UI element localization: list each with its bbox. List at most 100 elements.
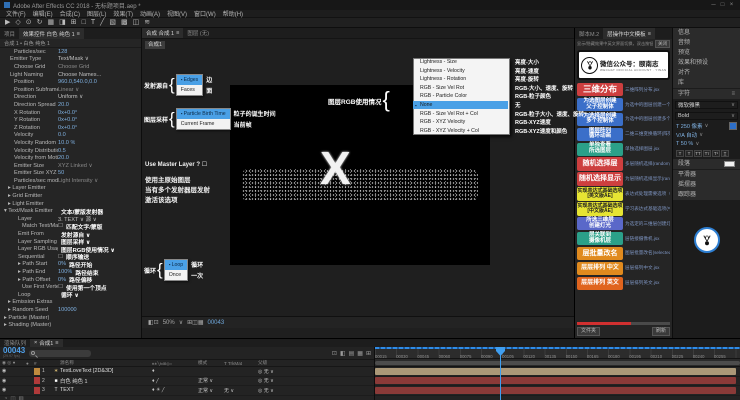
panel-menu-icon[interactable]: ≡ — [77, 31, 80, 37]
column-parent[interactable]: 父级 — [258, 360, 316, 366]
tool-icon[interactable]: ▩ — [121, 18, 128, 27]
property-value[interactable]: 0.5 — [58, 148, 66, 154]
tool-icon[interactable]: ≋ — [144, 18, 150, 27]
menu-item[interactable]: 动画(A) — [140, 9, 160, 18]
tab-effect-controls[interactable]: 效果控件 白色 纯色 1 ≡ — [19, 28, 84, 39]
option-item[interactable]: Current Frame — [177, 119, 230, 129]
collapsed-panel-tab[interactable]: 库 — [673, 78, 740, 88]
style-toggle[interactable]: T̲ — [721, 150, 729, 157]
tab-script-2[interactable]: 层操作中文模板 ≡ — [603, 28, 655, 39]
tab-layer-viewer[interactable]: 图层 (无) — [183, 28, 213, 38]
layer-mode-select[interactable]: 正常 ∨ — [198, 387, 224, 394]
property-value[interactable]: 100000 — [58, 307, 77, 313]
timeline-layer-row[interactable]: ◉ 3 T TEXT ♦ ☀ ╱ 正常 ∨ 无 ∨ ◎ 无 ∨ — [0, 386, 374, 396]
collapsed-panel-tab[interactable]: 跟踪器 — [673, 190, 740, 200]
layer-switches[interactable]: ♦ ╱ — [152, 378, 198, 384]
panel-menu-icon[interactable]: ≡ — [176, 30, 179, 36]
effect-property-row[interactable]: Direction Uniform ∨ — [0, 94, 141, 102]
layer-track[interactable] — [375, 377, 740, 387]
menu-item[interactable]: 帮助(H) — [223, 9, 243, 18]
tab-timeline-comp[interactable]: × 合成1 ≡ — [30, 339, 63, 347]
collapsed-panel-tab[interactable]: 音频 — [673, 38, 740, 48]
layer-visibility-toggles[interactable]: ◉ — [0, 368, 26, 374]
tool-icon[interactable]: ⊞ — [71, 18, 77, 27]
tool-icon[interactable]: ▶ — [5, 18, 10, 27]
layer-parent-select[interactable]: ◎ 无 ∨ — [258, 377, 316, 384]
tool-icon[interactable]: ▦ — [48, 18, 55, 27]
effect-property-row[interactable]: Loop 循环 ∨ — [0, 291, 141, 299]
close-button[interactable]: × — [727, 2, 736, 8]
tab-project[interactable]: 项目 — [0, 28, 19, 39]
layer-mode-select[interactable]: 正常 ∨ — [198, 377, 224, 384]
effect-property-row[interactable]: Velocity Random 10.0 % — [0, 139, 141, 147]
column-trkmat[interactable]: T TrkMat — [224, 361, 258, 366]
folder-button[interactable]: 文件夹 — [577, 327, 600, 336]
font-size-control[interactable]: T 250 像素∨ — [673, 122, 740, 130]
collapsed-panel-tab[interactable]: 效果和预设 — [673, 58, 740, 68]
tool-icon[interactable]: ◇ — [15, 18, 20, 27]
effect-property-row[interactable]: Z Rotation 0x+0.0° — [0, 124, 141, 132]
layer-label-chip[interactable] — [34, 387, 40, 394]
layer-name[interactable]: TextLoveText [2D&3D] — [60, 368, 152, 374]
menu-option-row[interactable]: Lightness - Velocity 亮度-速度 — [413, 67, 571, 76]
timeline-toolbar-icon[interactable]: ⊞ — [366, 350, 371, 357]
script-button[interactable]: 实现表达式基础选项 [中文版AE] — [577, 202, 623, 215]
effect-property-row[interactable]: ▸ Particle (Master) — [0, 314, 141, 322]
property-value[interactable]: ☐ — [58, 284, 63, 290]
character-panel-header[interactable]: 字符 ≡ — [673, 89, 740, 99]
tab-script-1[interactable]: 脚本M.2 — [575, 28, 603, 39]
property-value[interactable]: 100% — [58, 269, 72, 275]
property-value[interactable]: 0% — [58, 261, 66, 267]
composition-chip[interactable]: 合成1 — [145, 41, 165, 49]
style-toggle[interactable]: T — [676, 150, 684, 157]
property-value[interactable]: Uniform ∨ — [58, 94, 83, 100]
font-style-select[interactable]: Bold ∨ — [675, 112, 738, 120]
collapsed-panel-tab[interactable]: 信息 — [673, 28, 740, 38]
effect-property-row[interactable]: Emitter Size XYZ 50 — [0, 170, 141, 178]
leading-control[interactable]: V/A 自动∨ — [673, 131, 740, 139]
column-mode[interactable]: 模式 — [198, 360, 224, 366]
tool-icon[interactable]: ▧ — [109, 18, 116, 27]
option-item[interactable]: Once — [165, 270, 187, 280]
menu-item[interactable]: 编辑(E) — [33, 9, 53, 18]
property-value[interactable]: 0x+0.0° — [58, 110, 77, 116]
timeline-layer-row[interactable]: ◉ 2 ■ 白色 纯色 1 ♦ ╱ 正常 ∨ ◎ 无 ∨ — [0, 377, 374, 387]
effect-property-row[interactable]: ▸ Emission Extras — [0, 299, 141, 307]
script-button[interactable]: 层层排列 英文 — [577, 277, 623, 290]
collapsed-panel-tab[interactable]: 对齐 — [673, 68, 740, 78]
property-value[interactable]: 10.0 % — [58, 140, 75, 146]
option-item-selected[interactable]: Edges — [177, 75, 203, 85]
menu-option-row[interactable]: RGB - Size Vel Rot + Col RGB-粒子大小、速度、旋转 — [413, 109, 571, 118]
script-button[interactable]: 随机选择层 — [577, 157, 623, 170]
collapsed-panel-tab[interactable]: 摇摆器 — [673, 180, 740, 190]
minimize-button[interactable]: ─ — [709, 2, 718, 8]
style-toggle[interactable]: TT — [694, 150, 702, 157]
timeline-toolbar-icon[interactable]: ⊡ — [332, 350, 337, 357]
refresh-button[interactable]: 刷新 — [652, 327, 670, 336]
property-value[interactable]: Choose Grid — [58, 64, 89, 70]
timeline-toolbar-icon[interactable]: ▦ — [357, 350, 363, 357]
menu-option-row[interactable]: Lightness - Rotation 亮度-旋转 — [413, 75, 571, 84]
script-button[interactable]: 所选三维层 创建灯光 — [577, 217, 623, 230]
menu-option-row[interactable]: RGB - XYZ Velocity RGB-XYZ速度 — [413, 118, 571, 127]
collapsed-panel-tab[interactable]: 预览 — [673, 48, 740, 58]
effect-property-row[interactable]: Velocity from Motion 20.0 — [0, 154, 141, 162]
script-button[interactable]: 随机选择显示 — [577, 172, 623, 185]
menu-option-row[interactable]: Lightness - Size 亮度-大小 — [413, 58, 571, 67]
timeline-track-area[interactable]: 0001500030000450006000075000900010500120… — [375, 347, 740, 400]
maximize-button[interactable]: □ — [718, 2, 727, 8]
timeline-bottom-icon[interactable]: ◔ — [4, 396, 7, 400]
timeline-layer-row[interactable]: ◉ 1 ∗ TextLoveText [2D&3D] ♦ ◎ 无 ∨ — [0, 367, 374, 377]
layer-visibility-toggles[interactable]: ◉ — [0, 378, 26, 384]
panel-menu-icon[interactable]: ≡ — [55, 340, 58, 346]
menu-option-row[interactable]: RGB - Size Vel Rot RGB-大小、速度、旋转 — [413, 84, 571, 93]
timeline-toolbar-icon[interactable]: ▤ — [349, 350, 355, 357]
layer-duration-bar[interactable] — [375, 377, 736, 384]
menu-item[interactable]: 效果(T) — [113, 9, 133, 18]
effect-property-row[interactable]: Choose Grid Choose Grid — [0, 63, 141, 71]
tab-composition[interactable]: 合成 合成 1 ≡ — [142, 28, 183, 38]
tracking-control[interactable]: T 50 %∨ — [673, 140, 740, 148]
layer-duration-bar[interactable] — [375, 387, 736, 394]
script-button[interactable]: 层关联到 摄像机层 — [577, 232, 623, 245]
tool-icon[interactable]: ╱ — [100, 18, 104, 27]
